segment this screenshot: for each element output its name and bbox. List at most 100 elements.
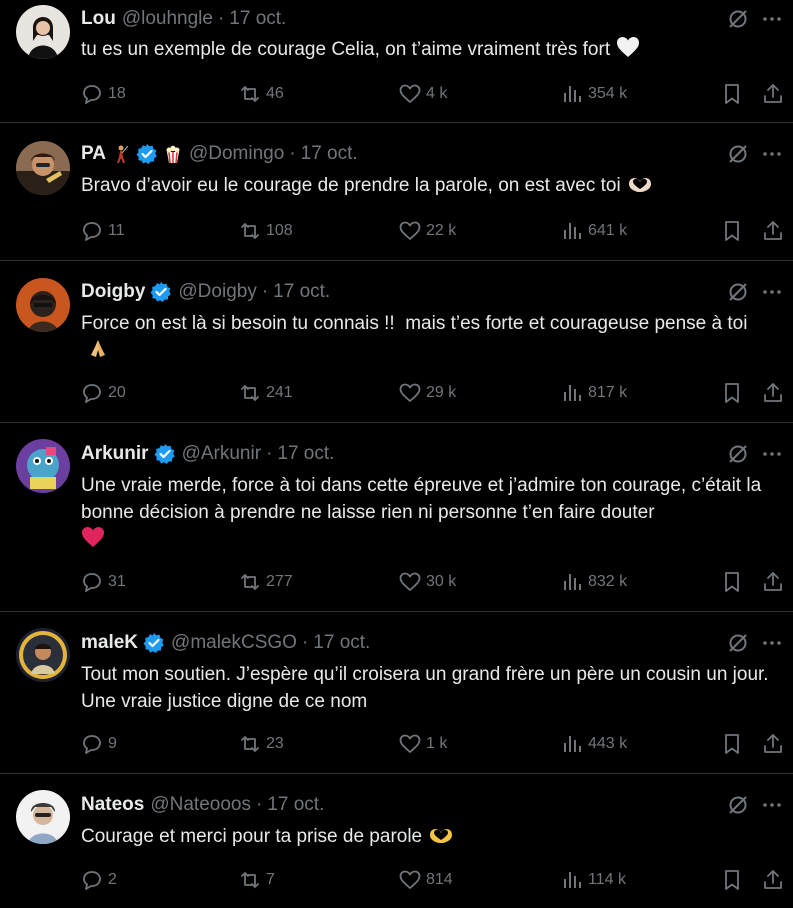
avatar[interactable] (16, 439, 70, 493)
bookmark-button[interactable] (720, 218, 748, 244)
views-button[interactable]: 443 k (560, 731, 627, 757)
more-options-icon[interactable] (760, 7, 784, 31)
author-handle[interactable]: @malekCSGO (171, 632, 297, 654)
author-handle[interactable]: @Arkunir (182, 443, 261, 465)
reply-button[interactable]: 9 (80, 731, 117, 757)
like-button[interactable]: 29 k (398, 380, 456, 406)
avatar[interactable] (16, 141, 70, 195)
share-button[interactable] (761, 218, 789, 244)
author-name[interactable]: Lou (81, 8, 116, 30)
tweet[interactable]: Doigby @Doigby · 17 oct. Force on est là… (0, 261, 793, 423)
bookmark-button[interactable] (720, 867, 748, 893)
share-button[interactable] (761, 569, 789, 595)
tweet-date[interactable]: 17 oct. (301, 143, 358, 165)
tweet-date[interactable]: 17 oct. (277, 443, 334, 465)
reply-icon (83, 871, 101, 890)
bookmark-button[interactable] (720, 81, 748, 107)
retweet-icon (241, 385, 259, 401)
bookmark-button[interactable] (720, 731, 748, 757)
like-button[interactable]: 4 k (398, 81, 447, 107)
separator-dot: · (255, 794, 263, 815)
tweet-text-content: Bravo d’avoir eu le courage de prendre l… (81, 175, 621, 196)
share-button[interactable] (761, 380, 789, 406)
more-options-icon[interactable] (760, 280, 784, 304)
reply-count: 9 (108, 735, 117, 752)
views-button[interactable]: 641 k (560, 218, 627, 244)
author-handle[interactable]: @Domingo (189, 143, 284, 165)
like-button[interactable]: 814 (398, 867, 453, 893)
bookmark-button[interactable] (720, 569, 748, 595)
tweet-text-content: Tout mon soutien. J’espère qu’il croiser… (81, 664, 769, 712)
grok-icon[interactable] (726, 142, 750, 166)
tweet[interactable]: Arkunir @Arkunir · 17 oct. Une vraie mer… (0, 423, 793, 612)
view-count: 114 k (588, 871, 626, 888)
separator-dot: · (301, 632, 309, 653)
folded-hands-emoji (91, 340, 105, 357)
more-options-icon[interactable] (760, 631, 784, 655)
tweet-text-content: Force on est là si besoin tu connais !! … (81, 313, 748, 334)
more-options-icon[interactable] (760, 442, 784, 466)
tweet-actions: 2 7 814 114 k (80, 867, 785, 893)
retweet-count: 46 (266, 85, 284, 102)
author-name[interactable]: maleK (81, 632, 138, 654)
grok-icon[interactable] (726, 793, 750, 817)
retweet-button[interactable]: 23 (238, 731, 284, 757)
retweet-button[interactable]: 108 (238, 218, 293, 244)
retweet-icon (241, 86, 259, 102)
retweet-button[interactable]: 7 (238, 867, 275, 893)
bookmark-icon (725, 383, 739, 403)
views-button[interactable]: 832 k (560, 569, 627, 595)
like-button[interactable]: 30 k (398, 569, 456, 595)
author-name[interactable]: Nateos (81, 794, 144, 816)
retweet-count: 108 (266, 222, 293, 239)
retweet-button[interactable]: 241 (238, 380, 293, 406)
bookmark-button[interactable] (720, 380, 748, 406)
tweet-date[interactable]: 17 oct. (273, 281, 330, 303)
author-handle[interactable]: @Nateooos (150, 794, 251, 816)
heart-icon (399, 572, 421, 591)
like-button[interactable]: 22 k (398, 218, 456, 244)
share-icon (764, 572, 782, 591)
author-name[interactable]: Doigby (81, 281, 145, 303)
tweet[interactable]: Lou @louhngle · 17 oct. tu es un exemple… (0, 0, 793, 123)
grok-icon[interactable] (726, 442, 750, 466)
reply-button[interactable]: 20 (80, 380, 126, 406)
tweet[interactable]: Nateos @Nateooos · 17 oct. Courage et me… (0, 774, 793, 908)
reply-button[interactable]: 2 (80, 867, 117, 893)
grok-icon[interactable] (726, 280, 750, 304)
avatar[interactable] (16, 5, 70, 59)
share-button[interactable] (761, 867, 789, 893)
reply-count: 31 (108, 573, 126, 590)
more-options-icon[interactable] (760, 793, 784, 817)
avatar[interactable] (16, 278, 70, 332)
author-handle[interactable]: @Doigby (178, 281, 256, 303)
share-button[interactable] (761, 81, 789, 107)
reply-button[interactable]: 18 (80, 81, 126, 107)
tweet-date[interactable]: 17 oct. (229, 8, 286, 30)
avatar[interactable] (16, 628, 70, 682)
views-button[interactable]: 354 k (560, 81, 627, 107)
retweet-button[interactable]: 46 (238, 81, 284, 107)
like-button[interactable]: 1 k (398, 731, 447, 757)
author-handle[interactable]: @louhngle (122, 8, 213, 30)
tweet[interactable]: PA @Domingo · 17 oct. Bravo d’avoir eu l… (0, 123, 793, 261)
share-icon (764, 734, 782, 753)
tweet-actions: 11 108 22 k 641 k (80, 218, 785, 244)
more-options-icon[interactable] (760, 142, 784, 166)
retweet-button[interactable]: 277 (238, 569, 293, 595)
tweet[interactable]: maleK @malekCSGO · 17 oct. Tout mon sout… (0, 612, 793, 774)
tweet-text: Bravo d’avoir eu le courage de prendre l… (81, 172, 781, 199)
grok-icon[interactable] (726, 7, 750, 31)
author-name[interactable]: Arkunir (81, 443, 149, 465)
views-button[interactable]: 114 k (560, 867, 626, 893)
tweet-date[interactable]: 17 oct. (267, 794, 324, 816)
views-button[interactable]: 817 k (560, 380, 627, 406)
heart-hands-emoji (628, 178, 651, 192)
avatar[interactable] (16, 790, 70, 844)
share-button[interactable] (761, 731, 789, 757)
reply-button[interactable]: 31 (80, 569, 126, 595)
author-name[interactable]: PA (81, 143, 106, 165)
reply-button[interactable]: 11 (80, 218, 125, 244)
grok-icon[interactable] (726, 631, 750, 655)
tweet-date[interactable]: 17 oct. (313, 632, 370, 654)
